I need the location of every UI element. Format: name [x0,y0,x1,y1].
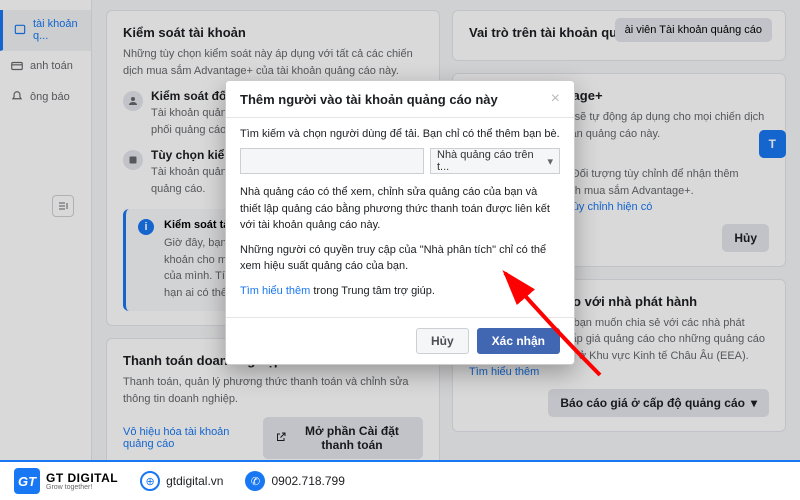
role-select[interactable]: Nhà quảng cáo trên t... [430,148,560,174]
learn-more-link[interactable]: Tìm hiểu thêm [240,285,310,297]
footer-phone[interactable]: ✆0902.718.799 [245,471,344,491]
logo-icon: GT [14,468,40,494]
dialog-title: Thêm người vào tài khoản quảng cáo này [240,92,498,107]
user-search-input[interactable] [240,148,424,174]
phone-icon: ✆ [245,471,265,491]
globe-icon: ⊕ [140,471,160,491]
close-icon[interactable]: × [551,91,560,107]
dialog-instruction: Tìm kiếm và chọn người dùng để tải. Bạn … [240,128,560,140]
footer-web[interactable]: ⊕gtdigital.vn [140,471,223,491]
dialog-note: Những người có quyền truy cập của "Nhà p… [240,242,560,275]
dialog-cancel-button[interactable]: Hủy [416,328,469,354]
modal-overlay: Thêm người vào tài khoản quảng cáo này ×… [0,0,800,500]
logo: GT GT DIGITALGrow together! [14,468,118,494]
add-person-dialog: Thêm người vào tài khoản quảng cáo này ×… [225,80,575,365]
dialog-confirm-button[interactable]: Xác nhận [477,328,560,354]
dialog-note: Nhà quảng cáo có thể xem, chỉnh sửa quản… [240,184,560,234]
footer: GT GT DIGITALGrow together! ⊕gtdigital.v… [0,460,800,500]
